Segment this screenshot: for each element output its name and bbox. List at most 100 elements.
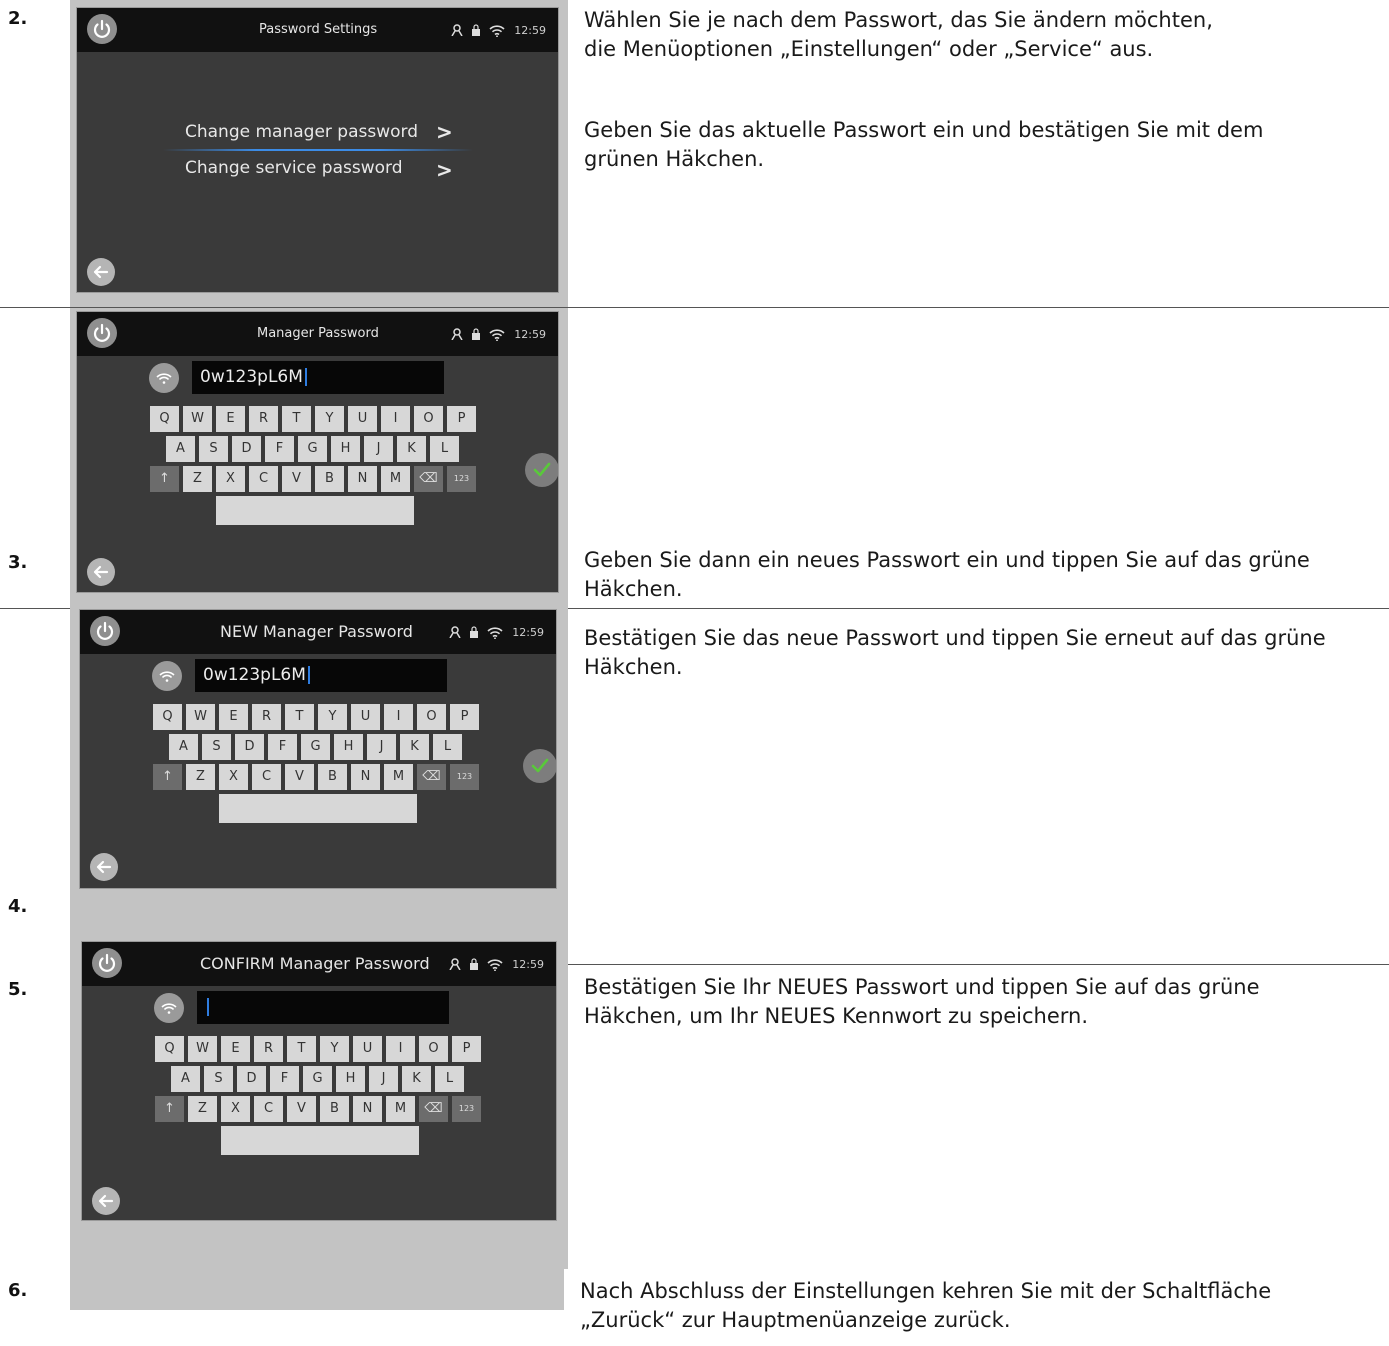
shift-key[interactable]: ↑: [153, 764, 182, 790]
key[interactable]: Z: [188, 1096, 217, 1122]
key[interactable]: J: [369, 1066, 398, 1092]
key[interactable]: T: [282, 406, 311, 432]
key[interactable]: A: [169, 734, 198, 760]
key[interactable]: F: [268, 734, 297, 760]
power-icon[interactable]: [92, 948, 122, 978]
key[interactable]: Q: [153, 704, 182, 730]
back-arrow-icon[interactable]: [92, 1187, 120, 1215]
key[interactable]: K: [402, 1066, 431, 1092]
key[interactable]: O: [414, 406, 443, 432]
key[interactable]: E: [219, 704, 248, 730]
key[interactable]: F: [265, 436, 294, 462]
key[interactable]: E: [221, 1036, 250, 1062]
wifi-icon[interactable]: [154, 993, 184, 1023]
key[interactable]: K: [400, 734, 429, 760]
key[interactable]: S: [199, 436, 228, 462]
key[interactable]: L: [430, 436, 459, 462]
key[interactable]: N: [348, 466, 377, 492]
key[interactable]: V: [287, 1096, 316, 1122]
key[interactable]: C: [249, 466, 278, 492]
key[interactable]: I: [386, 1036, 415, 1062]
key[interactable]: H: [331, 436, 360, 462]
key[interactable]: T: [285, 704, 314, 730]
key[interactable]: C: [252, 764, 281, 790]
key[interactable]: A: [166, 436, 195, 462]
password-input[interactable]: 0w123pL6M: [195, 659, 447, 692]
key[interactable]: R: [249, 406, 278, 432]
space-key[interactable]: [216, 496, 414, 525]
key[interactable]: I: [381, 406, 410, 432]
key[interactable]: B: [320, 1096, 349, 1122]
key[interactable]: M: [386, 1096, 415, 1122]
space-key[interactable]: [221, 1126, 419, 1155]
key[interactable]: S: [204, 1066, 233, 1092]
key[interactable]: R: [254, 1036, 283, 1062]
key[interactable]: H: [334, 734, 363, 760]
key[interactable]: F: [270, 1066, 299, 1092]
key[interactable]: O: [417, 704, 446, 730]
password-input[interactable]: [197, 991, 449, 1024]
key[interactable]: U: [351, 704, 380, 730]
key[interactable]: Y: [315, 406, 344, 432]
key[interactable]: X: [221, 1096, 250, 1122]
wifi-icon[interactable]: [149, 363, 179, 393]
back-arrow-icon[interactable]: [90, 853, 118, 881]
key[interactable]: J: [367, 734, 396, 760]
key[interactable]: M: [384, 764, 413, 790]
power-icon[interactable]: [90, 616, 120, 646]
key[interactable]: W: [183, 406, 212, 432]
space-key[interactable]: [219, 794, 417, 823]
backspace-key[interactable]: ⌫: [414, 466, 443, 492]
key[interactable]: X: [219, 764, 248, 790]
key[interactable]: Y: [318, 704, 347, 730]
key[interactable]: K: [397, 436, 426, 462]
key[interactable]: D: [237, 1066, 266, 1092]
shift-key[interactable]: ↑: [150, 466, 179, 492]
back-arrow-icon[interactable]: [87, 258, 115, 286]
shift-key[interactable]: ↑: [155, 1096, 184, 1122]
key[interactable]: U: [348, 406, 377, 432]
key[interactable]: Q: [150, 406, 179, 432]
key[interactable]: O: [419, 1036, 448, 1062]
key[interactable]: Z: [186, 764, 215, 790]
key[interactable]: P: [450, 704, 479, 730]
key[interactable]: R: [252, 704, 281, 730]
key[interactable]: V: [282, 466, 311, 492]
back-arrow-icon[interactable]: [87, 558, 115, 586]
key[interactable]: N: [353, 1096, 382, 1122]
numbers-key[interactable]: 123: [447, 466, 476, 492]
backspace-key[interactable]: ⌫: [417, 764, 446, 790]
key[interactable]: U: [353, 1036, 382, 1062]
key[interactable]: A: [171, 1066, 200, 1092]
checkmark-icon[interactable]: [523, 749, 556, 783]
checkmark-icon[interactable]: [525, 453, 558, 487]
key[interactable]: D: [232, 436, 261, 462]
key[interactable]: S: [202, 734, 231, 760]
key[interactable]: P: [452, 1036, 481, 1062]
key[interactable]: X: [216, 466, 245, 492]
key[interactable]: J: [364, 436, 393, 462]
power-icon[interactable]: [87, 318, 117, 348]
key[interactable]: G: [303, 1066, 332, 1092]
key[interactable]: Z: [183, 466, 212, 492]
key[interactable]: G: [301, 734, 330, 760]
key[interactable]: T: [287, 1036, 316, 1062]
numbers-key[interactable]: 123: [452, 1096, 481, 1122]
key[interactable]: B: [318, 764, 347, 790]
key[interactable]: M: [381, 466, 410, 492]
key[interactable]: W: [188, 1036, 217, 1062]
key[interactable]: L: [433, 734, 462, 760]
key[interactable]: L: [435, 1066, 464, 1092]
password-input[interactable]: 0w123pL6M: [192, 361, 444, 394]
key[interactable]: D: [235, 734, 264, 760]
key[interactable]: V: [285, 764, 314, 790]
key[interactable]: Q: [155, 1036, 184, 1062]
power-icon[interactable]: [87, 14, 117, 44]
key[interactable]: P: [447, 406, 476, 432]
key[interactable]: C: [254, 1096, 283, 1122]
key[interactable]: I: [384, 704, 413, 730]
wifi-icon[interactable]: [152, 661, 182, 691]
key[interactable]: B: [315, 466, 344, 492]
key[interactable]: H: [336, 1066, 365, 1092]
backspace-key[interactable]: ⌫: [419, 1096, 448, 1122]
